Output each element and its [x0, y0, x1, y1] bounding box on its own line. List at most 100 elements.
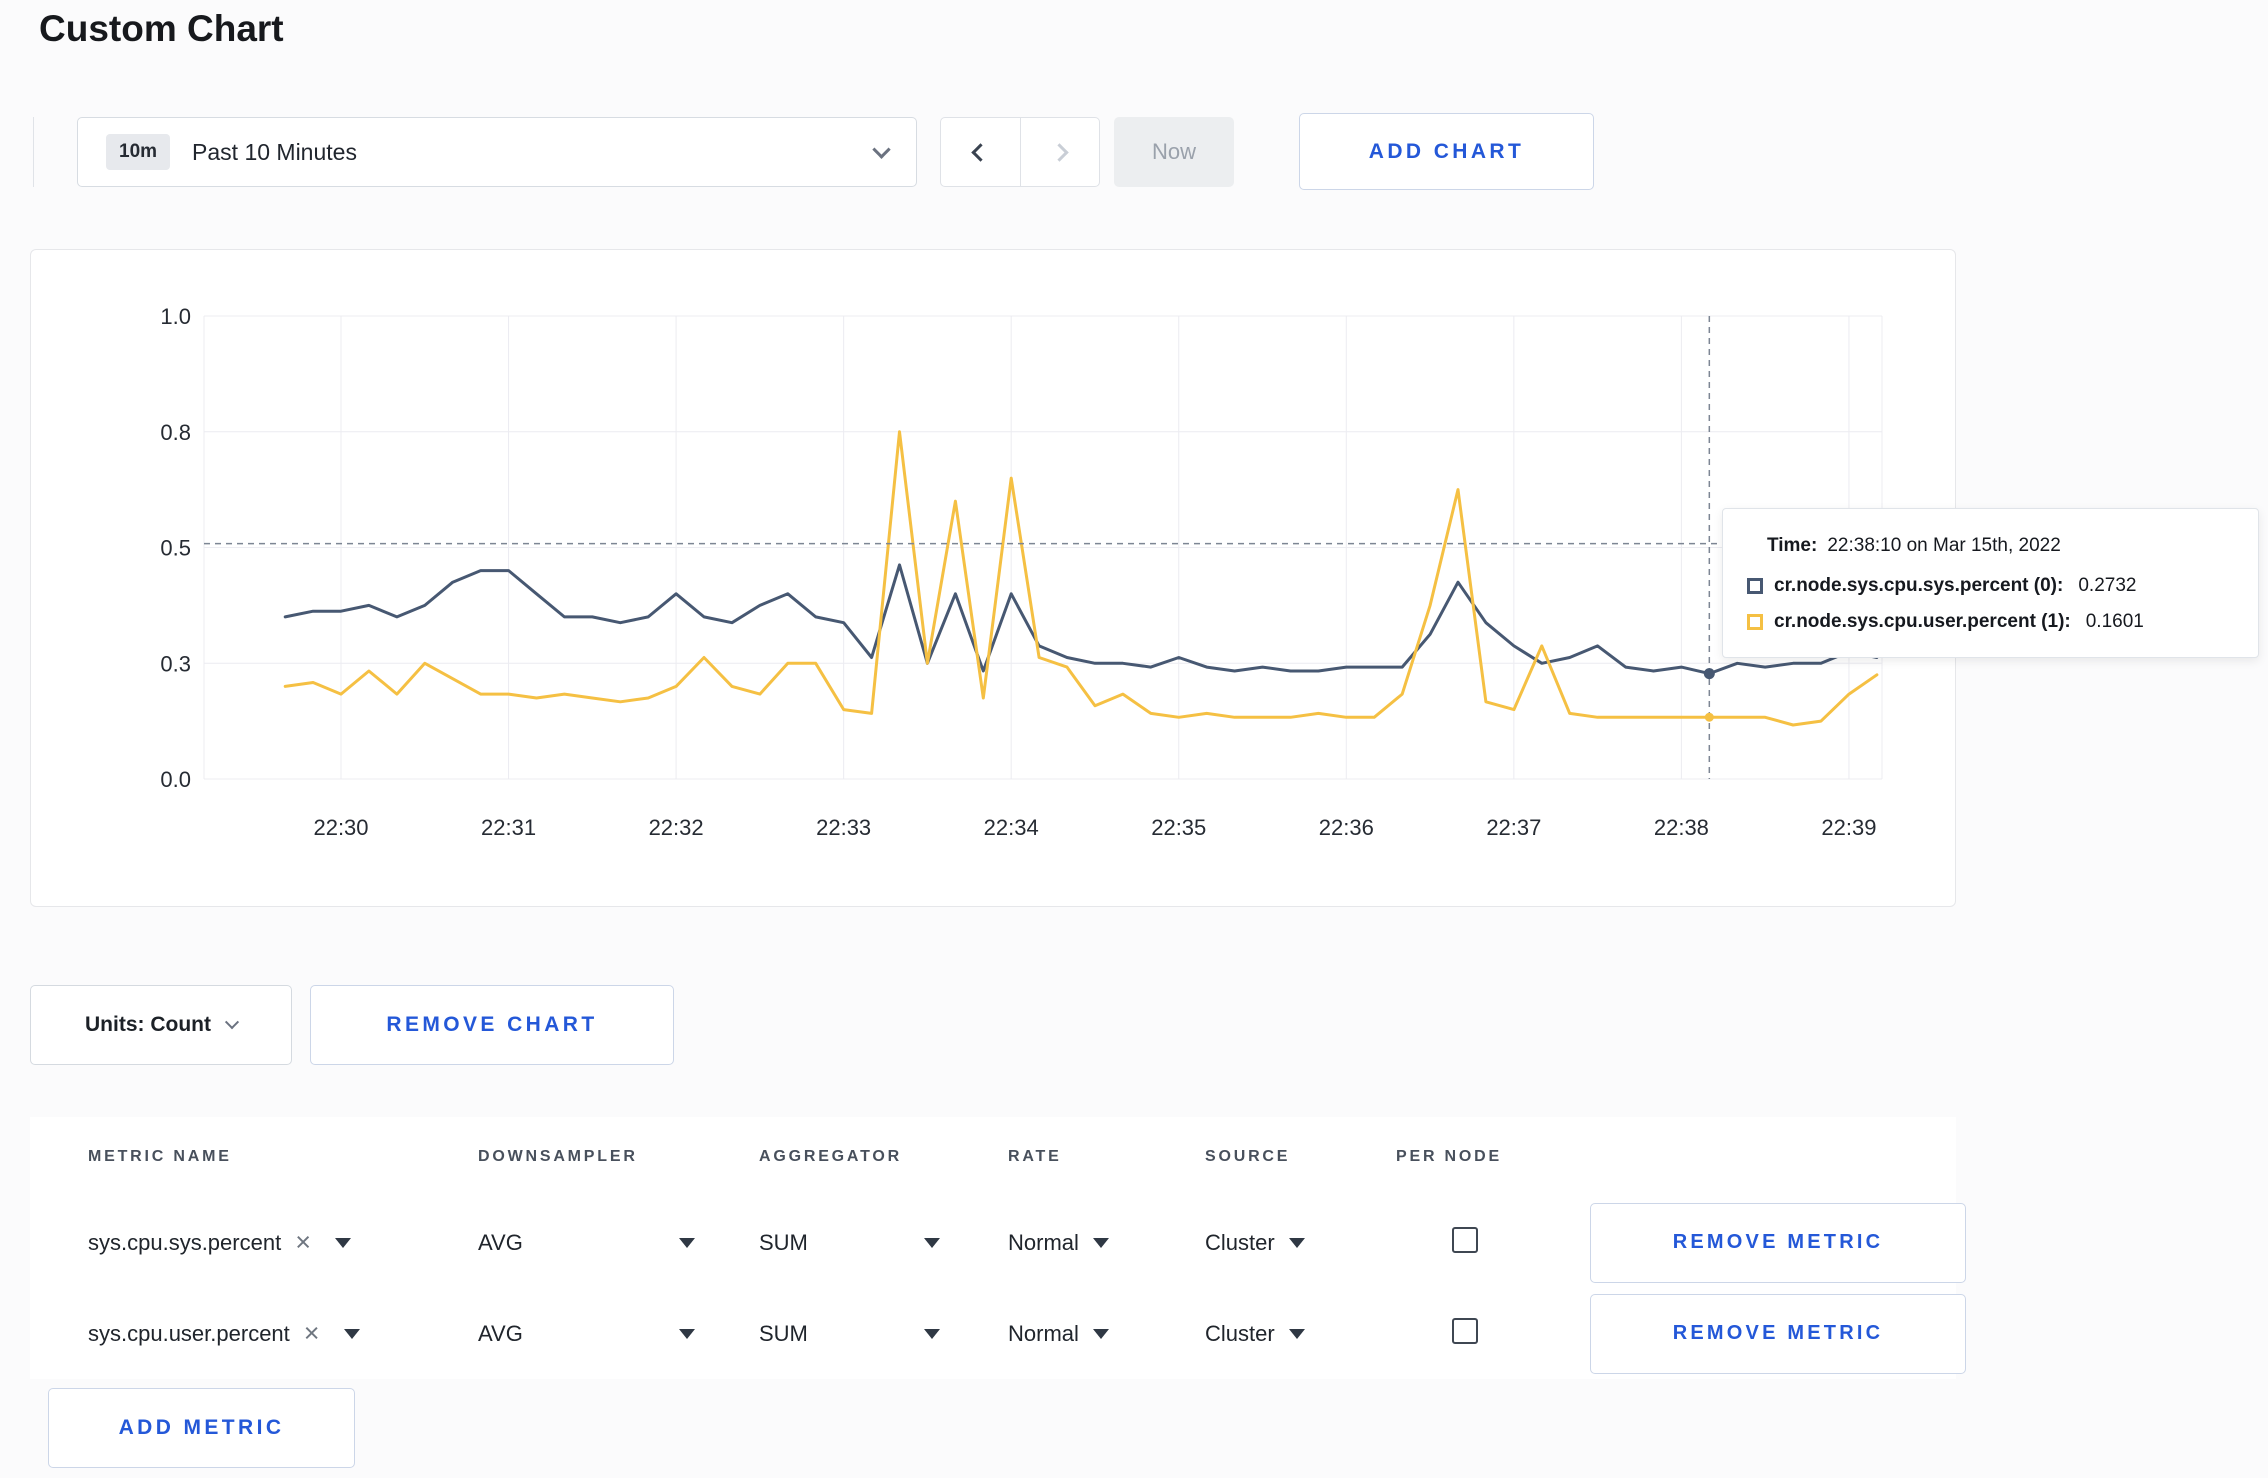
column-header: METRIC NAME [88, 1148, 232, 1165]
source-select[interactable]: Cluster [1205, 1230, 1396, 1256]
source-value: Cluster [1205, 1320, 1275, 1346]
page-title: Custom Chart [39, 8, 284, 49]
source-select[interactable]: Cluster [1205, 1321, 1396, 1347]
downsampler-value: AVG [478, 1320, 523, 1346]
caret-down-icon [924, 1237, 940, 1248]
metrics-table-header: METRIC NAME DOWNSAMPLER AGGREGATOR RATE … [30, 1117, 1956, 1197]
chevron-down-icon [872, 139, 891, 159]
series-user-swatch-icon [1747, 614, 1763, 630]
aggregator-select[interactable]: SUM [759, 1321, 940, 1347]
svg-text:22:30: 22:30 [313, 815, 368, 840]
caret-down-icon[interactable] [343, 1328, 360, 1339]
x-axis-labels: 22:30 22:31 22:32 22:33 22:34 22:35 22:36 22:37… [313, 815, 1876, 840]
metric-name-select[interactable]: sys.cpu.user.percent × [88, 1320, 478, 1347]
hover-dot-0 [1703, 668, 1715, 680]
y-axis-labels: 0.0 0.3 0.5 0.8 1.0 [160, 304, 191, 792]
caret-down-icon [1288, 1328, 1305, 1339]
clear-metric-icon[interactable]: × [295, 1229, 311, 1256]
chart-plot[interactable]: 0.0 0.3 0.5 0.8 1.0 22:30 22:31 22:32 22:33 22:34… [31, 250, 1957, 908]
rate-select[interactable]: Normal [1008, 1230, 1205, 1256]
units-label: Units: Count [85, 1013, 211, 1036]
rate-select[interactable]: Normal [1008, 1321, 1205, 1347]
caret-down-icon[interactable] [334, 1237, 351, 1248]
chevron-left-icon [971, 142, 990, 162]
series-sys-swatch-icon [1747, 578, 1763, 594]
tooltip-series-value: 0.2732 [2078, 575, 2137, 596]
source-value: Cluster [1205, 1229, 1275, 1255]
downsampler-value: AVG [478, 1229, 523, 1255]
svg-text:22:39: 22:39 [1821, 815, 1876, 840]
time-pager [940, 117, 1100, 187]
tooltip-time-value: 22:38:10 on Mar 15th, 2022 [1827, 535, 2061, 556]
svg-text:22:31: 22:31 [481, 815, 536, 840]
table-row: sys.cpu.sys.percent × AVG SUM Normal Clu… [30, 1197, 1966, 1288]
series-line-0 [283, 563, 1879, 676]
series-line-1 [283, 430, 1879, 727]
now-button[interactable]: Now [1114, 117, 1234, 187]
svg-text:0.8: 0.8 [160, 420, 191, 445]
svg-text:22:36: 22:36 [1319, 815, 1374, 840]
svg-text:0.3: 0.3 [160, 651, 191, 676]
hover-dot-1 [1704, 712, 1714, 722]
svg-text:22:32: 22:32 [649, 815, 704, 840]
chevron-down-icon [224, 1015, 240, 1030]
chart-card: 0.0 0.3 0.5 0.8 1.0 22:30 22:31 22:32 22:33 22:34… [30, 249, 1956, 907]
clear-metric-icon[interactable]: × [304, 1320, 320, 1347]
column-header: PER NODE [1396, 1148, 1502, 1165]
tooltip-series-value: 0.1601 [2085, 611, 2144, 632]
chevron-right-icon [1050, 142, 1069, 162]
aggregator-value: SUM [759, 1320, 808, 1346]
chart-gridlines [203, 315, 1883, 780]
per-node-checkbox[interactable] [1452, 1226, 1478, 1253]
svg-text:22:34: 22:34 [984, 815, 1039, 840]
time-range-select[interactable]: 10m Past 10 Minutes [77, 117, 917, 187]
metrics-table: METRIC NAME DOWNSAMPLER AGGREGATOR RATE … [30, 1117, 1966, 1379]
column-header: RATE [1008, 1148, 1062, 1165]
rate-value: Normal [1008, 1229, 1079, 1255]
column-header: AGGREGATOR [759, 1148, 902, 1165]
caret-down-icon [1288, 1237, 1305, 1248]
svg-text:22:37: 22:37 [1486, 815, 1541, 840]
column-header: DOWNSAMPLER [478, 1148, 638, 1165]
table-row: sys.cpu.user.percent × AVG SUM Normal Cl… [30, 1288, 1966, 1379]
tooltip-series-row: cr.node.sys.cpu.sys.percent (0): 0.2732 [1747, 575, 2230, 597]
rate-value: Normal [1008, 1320, 1079, 1346]
downsampler-select[interactable]: AVG [478, 1230, 695, 1256]
time-range-label: Past 10 Minutes [192, 138, 357, 165]
caret-down-icon [679, 1237, 695, 1248]
column-header: SOURCE [1205, 1148, 1291, 1165]
tooltip-time-label: Time: [1767, 535, 1818, 556]
tooltip-time: Time: 22:38:10 on Mar 15th, 2022 [1747, 535, 2230, 557]
tooltip-series-label: cr.node.sys.cpu.user.percent (1): [1774, 611, 2071, 632]
remove-metric-button[interactable]: REMOVE METRIC [1590, 1293, 1966, 1374]
per-node-checkbox[interactable] [1452, 1317, 1478, 1344]
time-forward-button[interactable] [1021, 118, 1100, 186]
caret-down-icon [1092, 1237, 1109, 1248]
caret-down-icon [1092, 1328, 1109, 1339]
tooltip-series-label: cr.node.sys.cpu.sys.percent (0): [1774, 575, 2064, 596]
time-back-button[interactable] [941, 118, 1021, 186]
svg-text:0.5: 0.5 [160, 536, 191, 561]
metric-name-value: sys.cpu.sys.percent [88, 1229, 282, 1255]
svg-text:22:35: 22:35 [1151, 815, 1206, 840]
chart-tooltip: Time: 22:38:10 on Mar 15th, 2022 cr.node.… [1722, 508, 2259, 658]
toolbar-divider [33, 117, 34, 187]
tooltip-series-row: cr.node.sys.cpu.user.percent (1): 0.1601 [1747, 611, 2230, 633]
svg-text:22:38: 22:38 [1654, 815, 1709, 840]
metric-name-value: sys.cpu.user.percent [88, 1320, 290, 1346]
aggregator-value: SUM [759, 1229, 808, 1255]
units-select[interactable]: Units: Count [30, 985, 292, 1065]
caret-down-icon [924, 1328, 940, 1339]
svg-text:0.0: 0.0 [160, 767, 191, 792]
downsampler-select[interactable]: AVG [478, 1321, 695, 1347]
aggregator-select[interactable]: SUM [759, 1230, 940, 1256]
add-metric-button[interactable]: ADD METRIC [48, 1388, 355, 1468]
caret-down-icon [679, 1328, 695, 1339]
remove-metric-button[interactable]: REMOVE METRIC [1590, 1202, 1966, 1283]
time-range-badge: 10m [106, 134, 171, 170]
add-chart-button[interactable]: ADD CHART [1299, 113, 1594, 190]
remove-chart-button[interactable]: REMOVE CHART [310, 985, 674, 1065]
metric-name-select[interactable]: sys.cpu.sys.percent × [88, 1229, 478, 1256]
svg-text:22:33: 22:33 [816, 815, 871, 840]
svg-text:1.0: 1.0 [160, 304, 191, 329]
